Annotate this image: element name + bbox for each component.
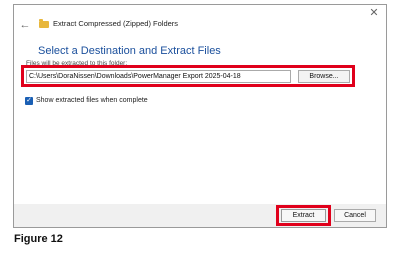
cancel-button[interactable]: Cancel	[334, 209, 376, 222]
zipped-folder-icon	[39, 19, 49, 28]
extract-button[interactable]: Extract	[281, 209, 326, 222]
destination-path-input[interactable]: C:\Users\DoraNissen\Downloads\PowerManag…	[26, 70, 291, 83]
extract-dialog: ✕ ← Extract Compressed (Zipped) Folders …	[13, 4, 387, 228]
dialog-title: Extract Compressed (Zipped) Folders	[53, 19, 179, 28]
section-title: Select a Destination and Extract Files	[38, 45, 221, 57]
dialog-header: ← Extract Compressed (Zipped) Folders	[14, 17, 386, 33]
checkbox-label: Show extracted files when complete	[36, 97, 148, 104]
figure-caption: Figure 12	[14, 233, 63, 245]
checkmark-icon[interactable]: ✓	[25, 97, 33, 105]
back-arrow-icon[interactable]: ←	[18, 17, 32, 33]
browse-button[interactable]: Browse...	[298, 70, 350, 83]
